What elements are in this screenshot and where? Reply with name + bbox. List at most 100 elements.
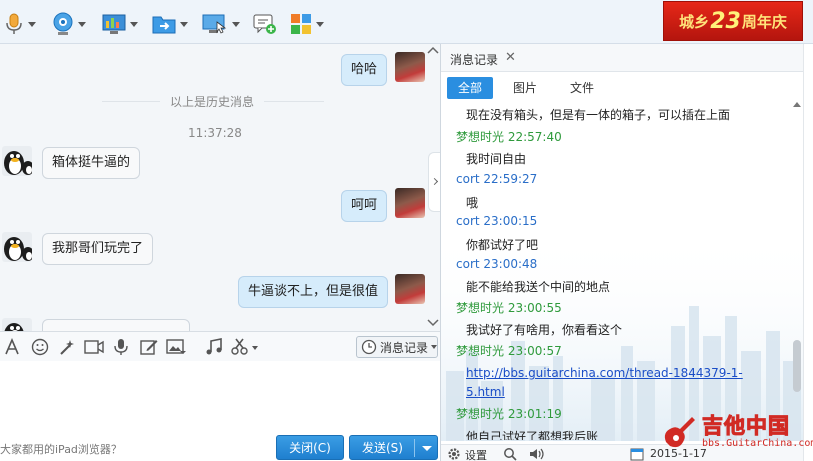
history-message-text: 能不能给我送个中间的地点 [466,280,611,294]
contact-avatar[interactable] [2,232,32,262]
penguin-avatar-icon [4,151,32,175]
message-time: 22:57:40 [507,130,562,144]
promo-banner[interactable]: 城乡 23 周年庆 [663,1,803,41]
sender-name: cort [456,257,480,271]
chat-message-area[interactable]: 哈哈 以上是历史消息 11:37:28 箱体挺牛逼的 呵呵 我那哥们玩完了 牛逼… [0,44,440,331]
my-avatar[interactable] [395,52,425,82]
message-bubble-received[interactable]: 我那哥们玩完了 [42,233,154,265]
share-screen-button[interactable] [102,10,138,38]
site-watermark: 吉他中国 bbs.GuitarChina.com [660,410,813,458]
history-message-link[interactable]: 5.html [466,385,505,399]
history-message-text: 我时间自由 [466,152,527,166]
banner-number: 23 [710,8,741,34]
voice-message-icon[interactable] [113,338,129,356]
remote-desktop-icon [202,14,227,34]
start-group-chat-button[interactable] [252,10,278,38]
history-message-text: 我试好了有啥用，你看看这个 [466,323,623,337]
send-button-label: 发送(S) [362,441,403,455]
message-bubble-sent[interactable]: 呵呵 [341,190,388,222]
collapse-panel-toggle[interactable] [428,152,440,212]
app-center-button[interactable] [290,10,324,38]
message-history-button[interactable]: 消息记录 [356,336,438,358]
scrollbar-thumb[interactable] [793,340,801,392]
message-time: 23:00:57 [507,344,562,358]
message-timestamp: 11:37:28 [188,126,242,140]
image-icon[interactable] [166,338,186,356]
close-button[interactable]: 关闭(C) [276,435,344,460]
voice-call-button[interactable] [4,10,36,38]
scroll-down-icon[interactable] [427,319,439,327]
history-message-header: 梦想时光 23:00:57 [456,342,562,359]
contact-avatar[interactable] [2,318,32,331]
tab-all[interactable]: 全部 [447,77,493,99]
message-text: 哈哈 [351,62,378,77]
emoji-icon[interactable] [31,338,49,356]
chevron-down-icon [130,21,138,27]
settings-button[interactable]: 设置 [465,447,487,461]
video-call-button[interactable] [52,10,86,38]
message-bubble-received[interactable]: 箱体挺牛逼的 [42,147,141,179]
message-time: 23:00:15 [483,214,538,228]
apps-grid-icon [291,14,311,34]
video-message-icon[interactable] [84,338,104,356]
message-text: 牛逼谈不上，但是很值 [248,284,379,299]
music-icon[interactable] [205,338,223,356]
history-message-header: 梦想时光 22:57:40 [456,128,562,145]
close-icon[interactable]: ✕ [505,50,516,65]
speaker-icon[interactable] [529,447,545,461]
sender-name: cort [456,214,480,228]
scroll-up-icon[interactable] [427,46,439,54]
window-edge [803,44,813,461]
penguin-avatar-icon [4,237,32,261]
message-bubble-sent[interactable]: 哈哈 [341,54,388,86]
message-text: 箱体挺牛逼的 [52,155,131,170]
search-icon[interactable] [503,447,517,461]
chevron-down-icon [78,21,86,27]
microphone-icon [6,13,22,34]
message-time: 22:59:27 [483,172,538,186]
contact-avatar[interactable] [2,146,32,176]
magic-wand-icon[interactable] [58,338,76,356]
history-message-text: 现在没有箱头，但是有一体的箱子，可以插在上面 [466,108,731,122]
calendar-icon[interactable] [630,447,644,461]
edit-icon[interactable] [140,338,158,356]
history-divider-label: 以上是历史消息 [160,93,264,110]
tab-images[interactable]: 图片 [503,77,547,99]
history-message-list[interactable]: 现在没有箱头，但是有一体的箱子，可以插在上面 梦想时光 22:57:40 我时间… [441,102,791,440]
scroll-up-arrow-icon[interactable] [793,102,801,107]
message-text: 我那哥们玩完了 [52,241,144,256]
sender-name: 梦想时光 [456,344,505,358]
send-button[interactable]: 发送(S) [349,435,438,460]
chevron-down-icon [316,21,324,27]
history-message-header: 梦想时光 23:00:55 [456,299,562,316]
clock-icon [361,339,377,355]
watermark-url: bbs.GuitarChina.com [702,438,813,449]
webcam-icon [53,12,73,35]
remote-assist-button[interactable] [202,10,240,38]
font-icon[interactable] [4,338,20,356]
message-bubble-sent[interactable]: 牛逼谈不上，但是很值 [238,276,389,308]
message-history-label: 消息记录 [380,340,429,355]
tab-files[interactable]: 文件 [559,77,605,99]
chevron-right-icon [430,177,439,186]
chevron-down-icon [232,21,240,27]
my-avatar[interactable] [395,274,425,304]
message-time: 23:01:19 [507,407,562,421]
history-message-header: cort 23:00:48 [456,257,537,271]
chevron-down-icon [28,21,36,27]
send-options-chevron-icon[interactable] [422,446,432,451]
history-message-header: cort 22:59:27 [456,172,537,186]
history-message-link[interactable]: http://bbs.guitarchina.com/thread-184437… [466,366,743,380]
gear-icon[interactable] [447,447,461,461]
chevron-down-icon [180,21,188,27]
history-scrollbar[interactable] [791,100,802,440]
history-message-text: 你都试好了吧 [466,238,539,252]
sender-name: 梦想时光 [456,301,505,315]
scissors-screenshot-icon[interactable] [231,338,261,356]
file-transfer-icon [152,16,176,34]
message-input[interactable] [0,361,440,435]
my-avatar[interactable] [395,188,425,218]
promo-hint-link[interactable]: 大家都用的iPad浏览器？ [0,441,122,457]
message-bubble-received[interactable] [42,319,190,331]
send-file-button[interactable] [152,10,188,38]
